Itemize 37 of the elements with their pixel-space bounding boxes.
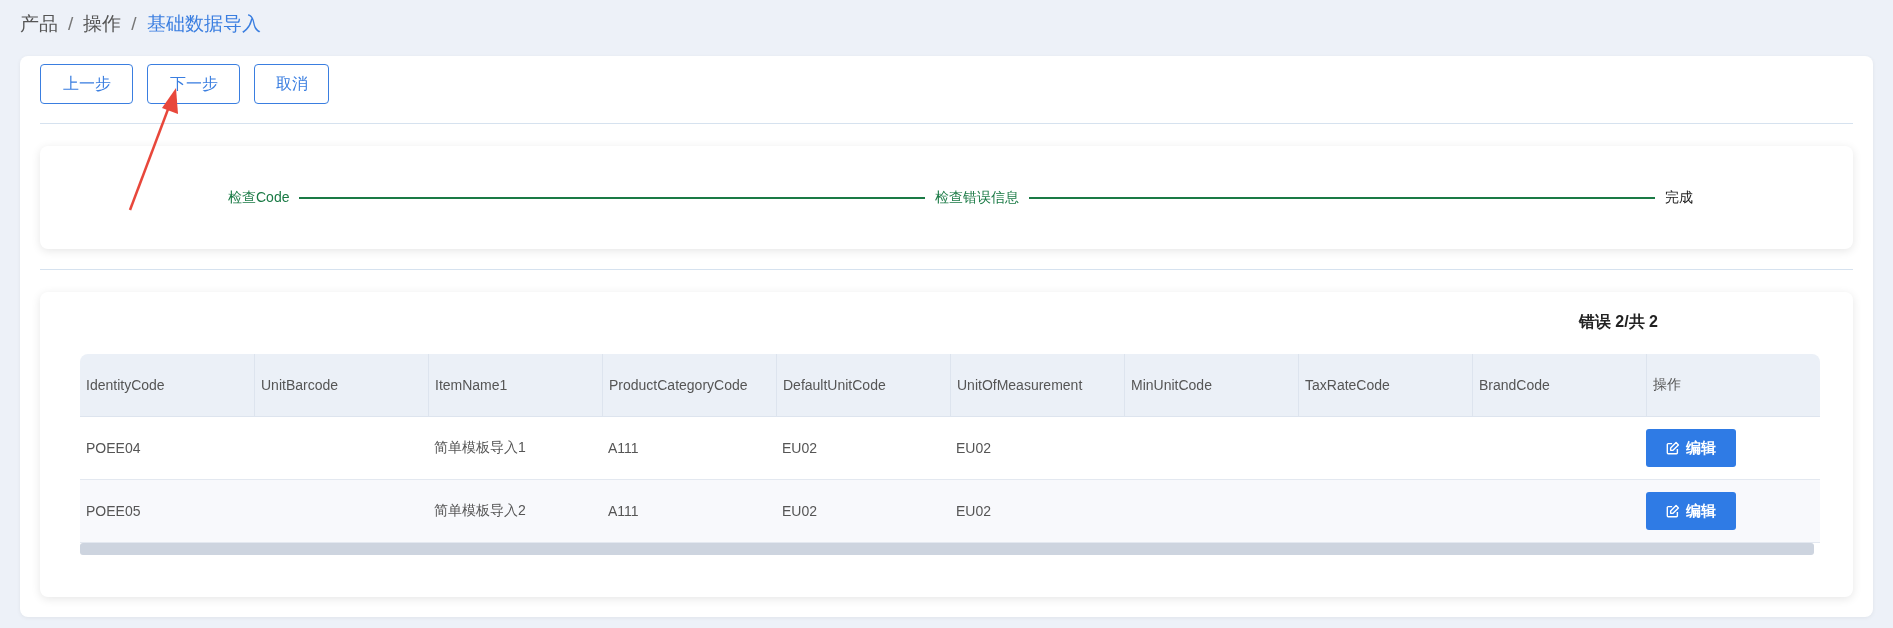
column-header: ProductCategoryCode xyxy=(602,354,776,416)
breadcrumb-separator: / xyxy=(68,13,74,35)
step-label: 完成 xyxy=(1665,188,1693,207)
table-cell: EU02 xyxy=(782,503,818,519)
breadcrumb-separator: / xyxy=(131,13,137,35)
step-label: 检查Code xyxy=(228,188,290,207)
column-header: UnitOfMeasurement xyxy=(950,354,1124,416)
step-button[interactable]: 取消 xyxy=(254,64,329,104)
table-cell: 简单模板导入1 xyxy=(434,439,526,457)
column-header: MinUnitCode xyxy=(1124,354,1298,416)
table-cell: POEE04 xyxy=(86,440,141,456)
column-header: UnitBarcode xyxy=(254,354,428,416)
table-cell: EU02 xyxy=(782,440,818,456)
error-count: 错误 2/共 2 xyxy=(1578,312,1658,332)
column-header: IdentityCode xyxy=(85,376,166,395)
edit-icon xyxy=(1666,441,1680,455)
edit-button[interactable]: 编辑 xyxy=(1646,429,1736,467)
step-button[interactable]: 下一步 xyxy=(147,64,240,104)
column-header: ItemName1 xyxy=(428,354,602,416)
edit-button[interactable]: 编辑 xyxy=(1646,492,1736,530)
step-button[interactable]: 上一步 xyxy=(40,64,133,104)
table-cell: 简单模板导入2 xyxy=(434,502,526,520)
table-cell: A111 xyxy=(608,440,639,456)
column-header: 操作 xyxy=(1646,354,1820,416)
column-header: DefaultUnitCode xyxy=(776,354,950,416)
breadcrumb-item[interactable]: 操作 xyxy=(83,11,122,37)
table-cell: POEE05 xyxy=(86,503,141,519)
step-label: 检查错误信息 xyxy=(935,188,1020,207)
breadcrumb-item: 基础数据导入 xyxy=(146,12,261,36)
edit-icon xyxy=(1666,504,1680,518)
column-header: TaxRateCode xyxy=(1298,354,1472,416)
breadcrumb-item[interactable]: 产品 xyxy=(20,11,58,37)
horizontal-scrollbar[interactable] xyxy=(80,543,1814,555)
table-cell: A111 xyxy=(608,503,639,519)
table-cell: EU02 xyxy=(956,503,992,519)
column-header: BrandCode xyxy=(1472,354,1646,416)
table-cell: EU02 xyxy=(956,440,992,456)
